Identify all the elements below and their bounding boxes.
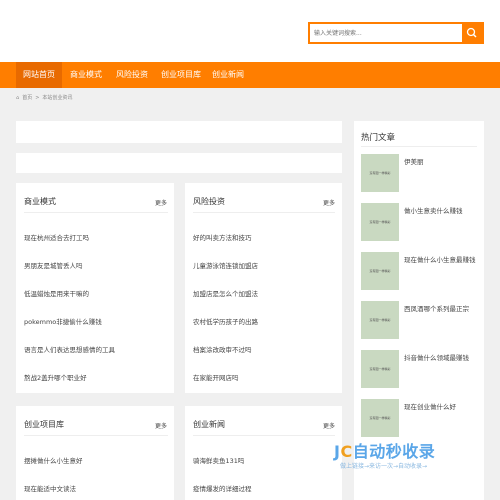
breadcrumb-current: 本站创业资讯 bbox=[42, 95, 73, 101]
article-thumbnail[interactable]: 没有图一样精彩 bbox=[361, 350, 399, 388]
breadcrumb: ⌂ 首页 > 本站创业资讯 bbox=[16, 92, 75, 104]
hot-article-link[interactable]: 西凤酒哪个系列最正宗 bbox=[404, 303, 469, 313]
more-link[interactable]: 更多 bbox=[323, 198, 335, 207]
watermark: JC自动秒收录 做上链接→来访一次→自动收录→ bbox=[330, 436, 490, 476]
divider bbox=[361, 146, 477, 147]
list-item[interactable]: 语言是人们表达思想感情的工具 bbox=[24, 344, 115, 354]
more-link[interactable]: 更多 bbox=[323, 421, 335, 430]
list-item[interactable]: 现在杭州适合去打工吗 bbox=[24, 232, 89, 242]
home-icon: ⌂ bbox=[16, 95, 20, 101]
list-item[interactable]: 在家能开网店吗 bbox=[193, 372, 239, 382]
site-header bbox=[0, 0, 500, 62]
list-item[interactable]: 加盟店是怎么个加盟法 bbox=[193, 288, 258, 298]
article-thumbnail[interactable]: 没有图一样精彩 bbox=[361, 203, 399, 241]
nav-projects[interactable]: 创业项目库 bbox=[156, 62, 206, 88]
list-item[interactable]: 农村低学历孩子的出路 bbox=[193, 316, 258, 326]
watermark-subtitle: 做上链接→来访一次→自动收录→ bbox=[340, 463, 428, 470]
list-item[interactable]: 现在能适中文读法 bbox=[24, 483, 76, 493]
main-nav: 网站首页 商业模式 风险投资 创业项目库 创业新闻 bbox=[0, 62, 500, 88]
banner-slot-2 bbox=[16, 153, 342, 173]
search-icon bbox=[466, 27, 477, 38]
search-input[interactable] bbox=[310, 24, 460, 42]
card-title: 风险投资 bbox=[193, 197, 225, 206]
article-thumbnail[interactable]: 没有图一样精彩 bbox=[361, 301, 399, 339]
watermark-logo: JC自动秒收录 bbox=[334, 442, 436, 461]
list-item[interactable]: 低温蜡烛是用来干嘛的 bbox=[24, 288, 89, 298]
list-item[interactable]: 骑海鲜卖鱼131吗 bbox=[193, 455, 244, 465]
divider bbox=[193, 212, 335, 213]
nav-home[interactable]: 网站首页 bbox=[16, 62, 62, 88]
divider bbox=[193, 435, 335, 436]
banner-slot-1 bbox=[16, 121, 342, 143]
hot-article-link[interactable]: 现在创业做什么好 bbox=[404, 401, 456, 411]
nav-news[interactable]: 创业新闻 bbox=[206, 62, 250, 88]
hot-articles-title: 热门文章 bbox=[361, 133, 396, 143]
breadcrumb-sep: > bbox=[35, 95, 40, 101]
list-item[interactable]: 好的叫卖方法和技巧 bbox=[193, 232, 252, 242]
more-link[interactable]: 更多 bbox=[155, 198, 167, 207]
more-link[interactable]: 更多 bbox=[155, 421, 167, 430]
search-box bbox=[308, 22, 484, 44]
article-thumbnail[interactable]: 没有图一样精彩 bbox=[361, 154, 399, 192]
article-thumbnail[interactable]: 没有图一样精彩 bbox=[361, 399, 399, 437]
list-item[interactable]: 儿童游泳馆连锁加盟店 bbox=[193, 260, 258, 270]
list-item[interactable]: pokemmo非捷偷什么赚钱 bbox=[24, 316, 102, 326]
card-title: 创业项目库 bbox=[24, 420, 64, 429]
nav-venture[interactable]: 风险投资 bbox=[110, 62, 154, 88]
hot-article-link[interactable]: 现在做什么小生意最赚钱 bbox=[404, 254, 476, 264]
hot-article-link[interactable]: 抖音做什么领域最赚钱 bbox=[404, 352, 469, 362]
hot-article-link[interactable]: 伊美丽 bbox=[404, 156, 424, 166]
card-title: 商业模式 bbox=[24, 197, 56, 206]
list-item[interactable]: 男朋友是城管丢人吗 bbox=[24, 260, 83, 270]
list-item[interactable]: 档案涂改政审不过吗 bbox=[193, 344, 252, 354]
search-button[interactable] bbox=[462, 24, 482, 42]
nav-business-model[interactable]: 商业模式 bbox=[64, 62, 108, 88]
breadcrumb-home[interactable]: 首页 bbox=[22, 95, 32, 101]
divider bbox=[24, 435, 168, 436]
divider bbox=[24, 212, 168, 213]
list-item[interactable]: 摆摊做什么小生意好 bbox=[24, 455, 83, 465]
list-item[interactable]: 熬战2盖升哪个职业好 bbox=[24, 372, 87, 382]
article-thumbnail[interactable]: 没有图一样精彩 bbox=[361, 252, 399, 290]
hot-article-link[interactable]: 做小生意卖什么赚钱 bbox=[404, 205, 463, 215]
list-item[interactable]: 疫情爆发的详细过程 bbox=[193, 483, 252, 493]
card-title: 创业新闻 bbox=[193, 420, 225, 429]
